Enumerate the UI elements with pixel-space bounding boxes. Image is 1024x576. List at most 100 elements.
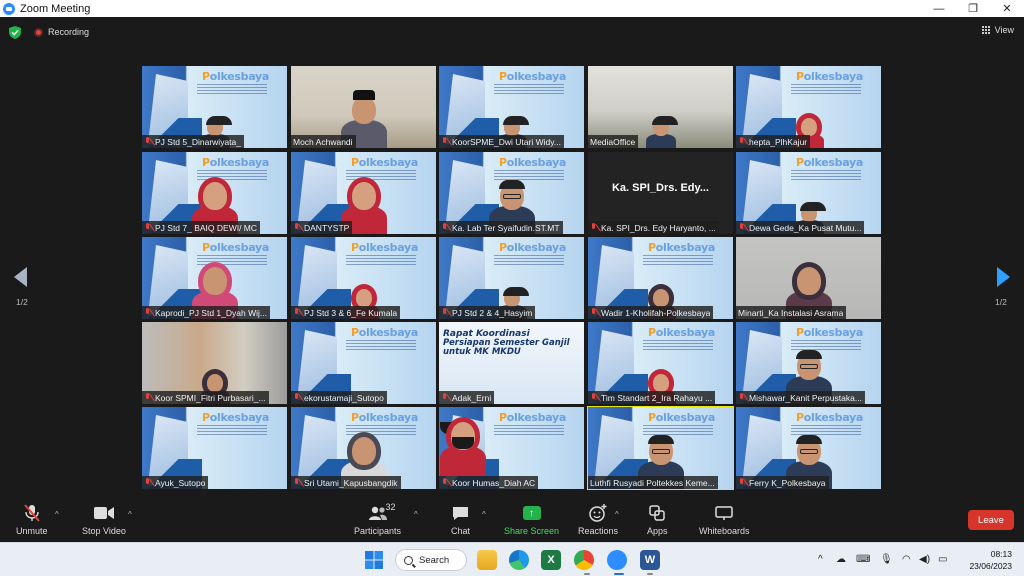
participant-video-tile[interactable]: Moch Achwandi [291,66,436,148]
minimize-button[interactable]: — [922,0,956,17]
leave-meeting-button[interactable]: Leave [968,510,1014,530]
chrome-icon[interactable] [574,550,594,570]
participant-figure [440,422,486,476]
muted-mic-icon [441,308,448,317]
participant-video-tile[interactable]: Polkesbaya Tim Standart 2_Ira Rahayu ... [588,322,733,404]
muted-mic-icon [738,137,745,146]
stop-video-button[interactable]: Stop Video [82,503,126,536]
banner-subtext [346,340,416,352]
participant-name-label: Mishawar_Kanit Perpustaka... [736,391,865,404]
zoom-taskbar-icon[interactable] [607,550,627,570]
participant-video-tile[interactable]: Polkesbaya Koor Humas_Diah AC [439,407,584,489]
participant-name: Dewa Gede_Ka Pusat Mutu... [749,222,862,233]
participant-video-tile[interactable]: MediaOffice [588,66,733,148]
participant-name: Ka. Lab Ter Syaifudin.ST.MT [452,222,560,233]
view-button[interactable]: View [981,25,1014,35]
close-button[interactable]: ✕ [990,0,1024,17]
participant-count: 32 [385,502,396,512]
recording-label[interactable]: Recording [48,27,89,37]
participant-name-placeholder: Ka. SPI_Drs. Edy... [611,182,709,194]
keyboard-icon[interactable]: ⌨ [856,554,870,565]
taskbar-clock[interactable]: 08:13 23/06/2023 [969,548,1012,572]
participant-video-tile[interactable]: Rapat Koordinasi Persiapan Semester Ganji… [439,322,584,404]
meeting-banner-title: Rapat Koordinasi Persiapan Semester Ganji… [443,330,570,357]
participant-name-label: Wadir 1-Kholifah-Polkesbaya [588,306,714,319]
participant-name-label: Luthfi Rusyadi Poltekkes Keme... [588,476,718,489]
battery-icon[interactable]: ▭ [938,554,947,565]
wifi-icon[interactable]: ◠ [902,554,911,565]
participant-video-tile[interactable]: Polkesbaya KoorSPME_Dwi Utari Widy... [439,66,584,148]
participant-name-label: Koor Humas_Diah AC [439,476,539,489]
taskbar-search-box[interactable]: Search [395,549,467,571]
participant-video-tile[interactable]: Polkesbaya PJ Std 5_Dinarwiyata_ [142,66,287,148]
muted-mic-icon [144,478,151,487]
polkesbaya-logo: Polkesbaya [499,70,566,83]
muted-mic-icon [293,223,300,232]
participant-video-tile[interactable]: Polkesbaya Luthfi Rusyadi Poltekkes Keme.… [587,406,734,490]
participant-video-tile[interactable]: Polkesbaya PJ Std 2 & 4_Hasyim [439,237,584,319]
participant-name: Ferry K_Polkesbaya [749,477,826,488]
file-explorer-icon[interactable] [477,550,497,570]
security-shield-icon[interactable] [9,25,21,39]
participant-name-label: Ferry K_Polkesbaya [736,476,829,489]
participant-video-tile[interactable]: Minarti_Ka Instalasi Asrama [736,237,881,319]
recording-indicator-icon[interactable] [34,27,43,37]
banner-subtext [791,84,861,96]
reactions-options-caret-icon[interactable]: ^ [615,510,619,519]
banner-subtext [197,84,267,96]
participants-options-caret-icon[interactable]: ^ [414,510,418,519]
participants-label: Participants [354,526,402,536]
participant-figure [645,116,678,148]
apps-icon [649,503,665,523]
participant-video-tile[interactable]: Koor SPMI_Fitri Purbasari_... [142,322,287,404]
participant-video-tile[interactable]: Ka. SPI_Drs. Edy... Ka. SPI_Drs. Edy Hary… [588,152,733,234]
meeting-toolbar: Unmute ^ Stop Video ^ 32 Participants ^ … [0,498,1024,542]
microphone-in-use-icon[interactable]: 🎙 [880,554,893,565]
windows-start-icon[interactable] [364,550,384,570]
word-icon[interactable]: W [640,550,660,570]
participant-name-label: Sri Utami_Kapusbangdik [291,476,401,489]
next-page-arrow-icon[interactable] [997,267,1010,287]
previous-page-arrow-icon[interactable] [14,267,27,287]
banner-subtext [494,255,564,267]
participant-name-label: PJ Std 7_ BAIQ DEWI/ MC [142,221,261,234]
participant-name: Tim Standart 2_Ira Rahayu ... [601,392,713,403]
share-screen-button[interactable]: ↑ Share Screen [504,503,559,536]
participant-video-tile[interactable]: Polkesbaya Ferry K_Polkesbaya [736,407,881,489]
show-hidden-icons-chevron-icon[interactable]: ^ [818,554,823,565]
participant-video-tile[interactable]: Polkesbaya PJ Std 7_ BAIQ DEWI/ MC [142,152,287,234]
muted-mic-icon [738,393,745,402]
whiteboards-button[interactable]: Whiteboards [699,503,750,536]
participant-name-label: PJ Std 2 & 4_Hasyim [439,306,536,319]
participant-video-tile[interactable]: Polkesbaya Ka. Lab Ter Syaifudin.ST.MT [439,152,584,234]
participant-name-label: DANTYSTP [291,221,353,234]
participant-video-tile[interactable]: Polkesbaya DANTYSTP [291,152,436,234]
reactions-button[interactable]: Reactions [578,503,618,536]
chat-button[interactable]: Chat [451,503,470,536]
participant-video-tile[interactable]: Polkesbaya Kaprodi_PJ Std 1_Dyah Wij... [142,237,287,319]
video-options-caret-icon[interactable]: ^ [128,510,132,519]
apps-button[interactable]: Apps [647,503,668,536]
maximize-button[interactable]: ❐ [956,0,990,17]
meeting-topbar: Recording View [0,17,1024,47]
participants-button[interactable]: 32 Participants [354,502,402,536]
unmute-button[interactable]: Unmute [16,503,48,536]
participant-video-tile[interactable]: Polkesbaya Sri Utami_Kapusbangdik [291,407,436,489]
chat-options-caret-icon[interactable]: ^ [482,510,486,519]
muted-mic-icon [441,223,448,232]
participant-name: Minarti_Ka Instalasi Asrama [738,307,844,318]
banner-subtext [197,255,267,267]
volume-icon[interactable]: ◀) [919,554,930,565]
audio-options-caret-icon[interactable]: ^ [55,510,59,519]
participant-video-tile[interactable]: Polkesbaya hepta_PlhKajur [736,66,881,148]
participant-video-tile[interactable]: Polkesbaya Ayuk_Sutopo [142,407,287,489]
participant-video-tile[interactable]: Polkesbaya ekorustamaji_Sutopo [291,322,436,404]
participant-video-tile[interactable]: Polkesbaya PJ Std 3 & 6_Fe Kumala [291,237,436,319]
cloud-icon[interactable]: ☁ [836,554,846,565]
participant-video-tile[interactable]: Polkesbaya Mishawar_Kanit Perpustaka... [736,322,881,404]
excel-icon[interactable]: X [541,550,561,570]
participant-name-label: PJ Std 5_Dinarwiyata_ [142,135,244,148]
participant-video-tile[interactable]: Polkesbaya Dewa Gede_Ka Pusat Mutu... [736,152,881,234]
participant-video-tile[interactable]: Polkesbaya Wadir 1-Kholifah-Polkesbaya [588,237,733,319]
edge-browser-icon[interactable] [509,550,529,570]
